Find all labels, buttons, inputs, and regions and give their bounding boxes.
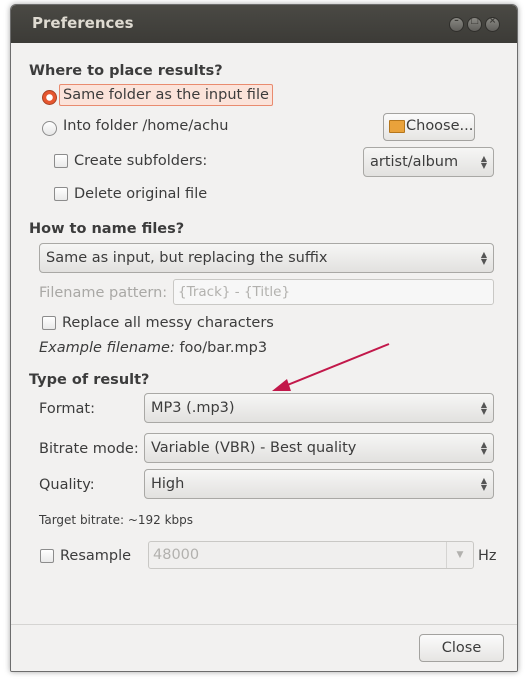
annotation-arrow	[272, 343, 390, 391]
annotation-arrow-head	[272, 379, 291, 391]
annotation-arrow-line	[284, 343, 390, 387]
